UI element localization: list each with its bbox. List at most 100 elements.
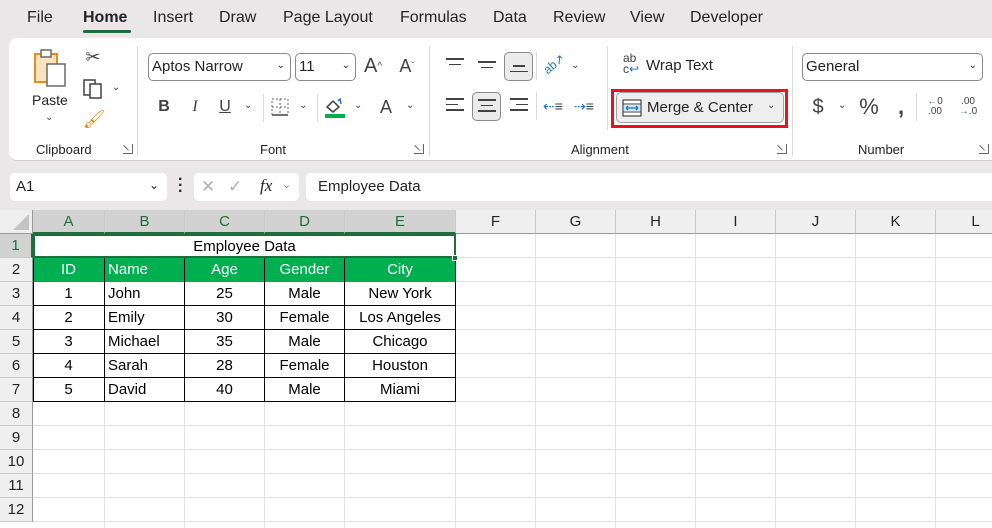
merged-title-cell[interactable]: Employee Data <box>33 234 456 258</box>
row-header-6[interactable]: 6 <box>0 354 33 378</box>
column-header-i[interactable]: I <box>696 210 776 234</box>
table-cell[interactable]: 2 <box>33 306 105 330</box>
more-options-icon[interactable]: · · · <box>178 172 183 200</box>
table-header-cell[interactable]: ID <box>33 258 105 282</box>
insert-function-button[interactable]: fx <box>260 176 272 196</box>
decrease-font-size-icon[interactable]: Aˇ <box>395 54 419 78</box>
name-box[interactable]: A1 ⌄ <box>10 173 167 201</box>
align-center-button[interactable] <box>472 92 501 121</box>
chevron-down-icon[interactable]: ⌄ <box>282 178 291 191</box>
copy-dropdown-icon[interactable]: ⌄ <box>112 82 120 93</box>
increase-indent-icon[interactable]: ⇢ ≡ <box>573 94 595 118</box>
column-header-h[interactable]: H <box>616 210 696 234</box>
tab-insert[interactable]: Insert <box>153 9 193 27</box>
orientation-icon[interactable]: ab↗ <box>537 47 571 81</box>
table-header-cell[interactable]: Gender <box>265 258 345 282</box>
decrease-indent-icon[interactable]: ⇠ ≡ <box>542 94 564 118</box>
column-header-j[interactable]: J <box>776 210 856 234</box>
row-header-8[interactable]: 8 <box>0 402 33 426</box>
tab-page-layout[interactable]: Page Layout <box>283 9 373 27</box>
table-cell[interactable]: 5 <box>33 378 105 402</box>
wrap-text-button[interactable]: ab c↩ Wrap Text <box>621 52 731 79</box>
font-color-icon[interactable]: A <box>376 95 396 119</box>
table-cell[interactable]: 28 <box>185 354 265 378</box>
font-color-dropdown-icon[interactable]: ⌄ <box>406 100 414 111</box>
row-header-1[interactable]: 1 <box>0 234 33 258</box>
table-header-cell[interactable]: Age <box>185 258 265 282</box>
table-cell[interactable]: Miami <box>345 378 456 402</box>
cut-icon[interactable]: ✂ <box>83 46 103 68</box>
row-header-11[interactable]: 11 <box>0 474 33 498</box>
tab-review[interactable]: Review <box>553 9 605 27</box>
column-header-e[interactable]: E <box>345 210 456 234</box>
table-cell[interactable]: Male <box>265 282 345 306</box>
tab-data[interactable]: Data <box>493 9 527 27</box>
table-cell[interactable]: 35 <box>185 330 265 354</box>
column-header-k[interactable]: K <box>856 210 936 234</box>
column-header-d[interactable]: D <box>265 210 345 234</box>
increase-font-size-icon[interactable]: A ^ <box>361 54 385 78</box>
select-all-button[interactable] <box>0 210 33 234</box>
table-cell[interactable]: 25 <box>185 282 265 306</box>
row-header-7[interactable]: 7 <box>0 378 33 402</box>
italic-button[interactable]: I <box>185 95 205 119</box>
table-cell[interactable]: Male <box>265 378 345 402</box>
column-header-g[interactable]: G <box>536 210 616 234</box>
table-cell[interactable]: 40 <box>185 378 265 402</box>
table-header-cell[interactable]: City <box>345 258 456 282</box>
clipboard-launcher-icon[interactable] <box>123 144 133 154</box>
table-cell[interactable]: New York <box>345 282 456 306</box>
align-left-icon[interactable] <box>446 98 464 115</box>
tab-home[interactable]: Home <box>83 9 127 27</box>
column-header-l[interactable]: L <box>936 210 992 234</box>
table-cell[interactable]: Male <box>265 330 345 354</box>
comma-style-button[interactable]: , <box>893 93 909 121</box>
underline-dropdown-icon[interactable]: ⌄ <box>244 100 252 111</box>
column-header-f[interactable]: F <box>456 210 536 234</box>
row-header-3[interactable]: 3 <box>0 282 33 306</box>
table-cell[interactable]: 3 <box>33 330 105 354</box>
tab-file[interactable]: File <box>27 9 53 27</box>
underline-button[interactable]: U <box>215 95 235 119</box>
table-cell[interactable]: Houston <box>345 354 456 378</box>
currency-dropdown-icon[interactable]: ⌄ <box>838 100 846 111</box>
table-cell[interactable]: David <box>105 378 185 402</box>
table-cell[interactable]: Sarah <box>105 354 185 378</box>
currency-button[interactable]: $ <box>809 93 827 121</box>
middle-align-icon[interactable] <box>478 61 496 72</box>
table-cell[interactable]: 30 <box>185 306 265 330</box>
paste-button[interactable]: Paste ⌄ <box>23 46 75 126</box>
font-size-select[interactable]: 11 ⌄ <box>295 53 356 81</box>
increase-decimal-button[interactable]: ←0.00 <box>922 94 948 120</box>
bottom-align-button[interactable] <box>504 52 533 81</box>
table-cell[interactable]: Michael <box>105 330 185 354</box>
orientation-dropdown-icon[interactable]: ⌄ <box>571 60 579 71</box>
align-right-icon[interactable] <box>510 98 528 115</box>
alignment-launcher-icon[interactable] <box>777 144 787 154</box>
table-cell[interactable]: Los Angeles <box>345 306 456 330</box>
table-cell[interactable]: John <box>105 282 185 306</box>
table-header-cell[interactable]: Name <box>105 258 185 282</box>
formula-input[interactable]: Employee Data <box>306 173 992 201</box>
fill-color-dropdown-icon[interactable]: ⌄ <box>354 100 362 111</box>
row-header-9[interactable]: 9 <box>0 426 33 450</box>
row-header-4[interactable]: 4 <box>0 306 33 330</box>
enter-icon[interactable]: ✓ <box>228 177 242 197</box>
column-header-b[interactable]: B <box>105 210 185 234</box>
column-header-c[interactable]: C <box>185 210 265 234</box>
table-cell[interactable]: Emily <box>105 306 185 330</box>
fill-handle[interactable] <box>452 255 458 261</box>
row-header-10[interactable]: 10 <box>0 450 33 474</box>
cancel-icon[interactable]: ✕ <box>201 177 215 197</box>
table-cell[interactable]: Chicago <box>345 330 456 354</box>
tab-view[interactable]: View <box>630 9 664 27</box>
table-cell[interactable]: Female <box>265 354 345 378</box>
decrease-decimal-button[interactable]: .00 →.0 <box>955 94 981 120</box>
table-cell[interactable]: 4 <box>33 354 105 378</box>
row-header-12[interactable]: 12 <box>0 498 33 522</box>
tab-developer[interactable]: Developer <box>690 9 763 27</box>
font-name-select[interactable]: Aptos Narrow ⌄ <box>148 53 291 81</box>
row-header-2[interactable]: 2 <box>0 258 33 282</box>
font-launcher-icon[interactable] <box>414 144 424 154</box>
copy-icon[interactable] <box>82 78 104 100</box>
